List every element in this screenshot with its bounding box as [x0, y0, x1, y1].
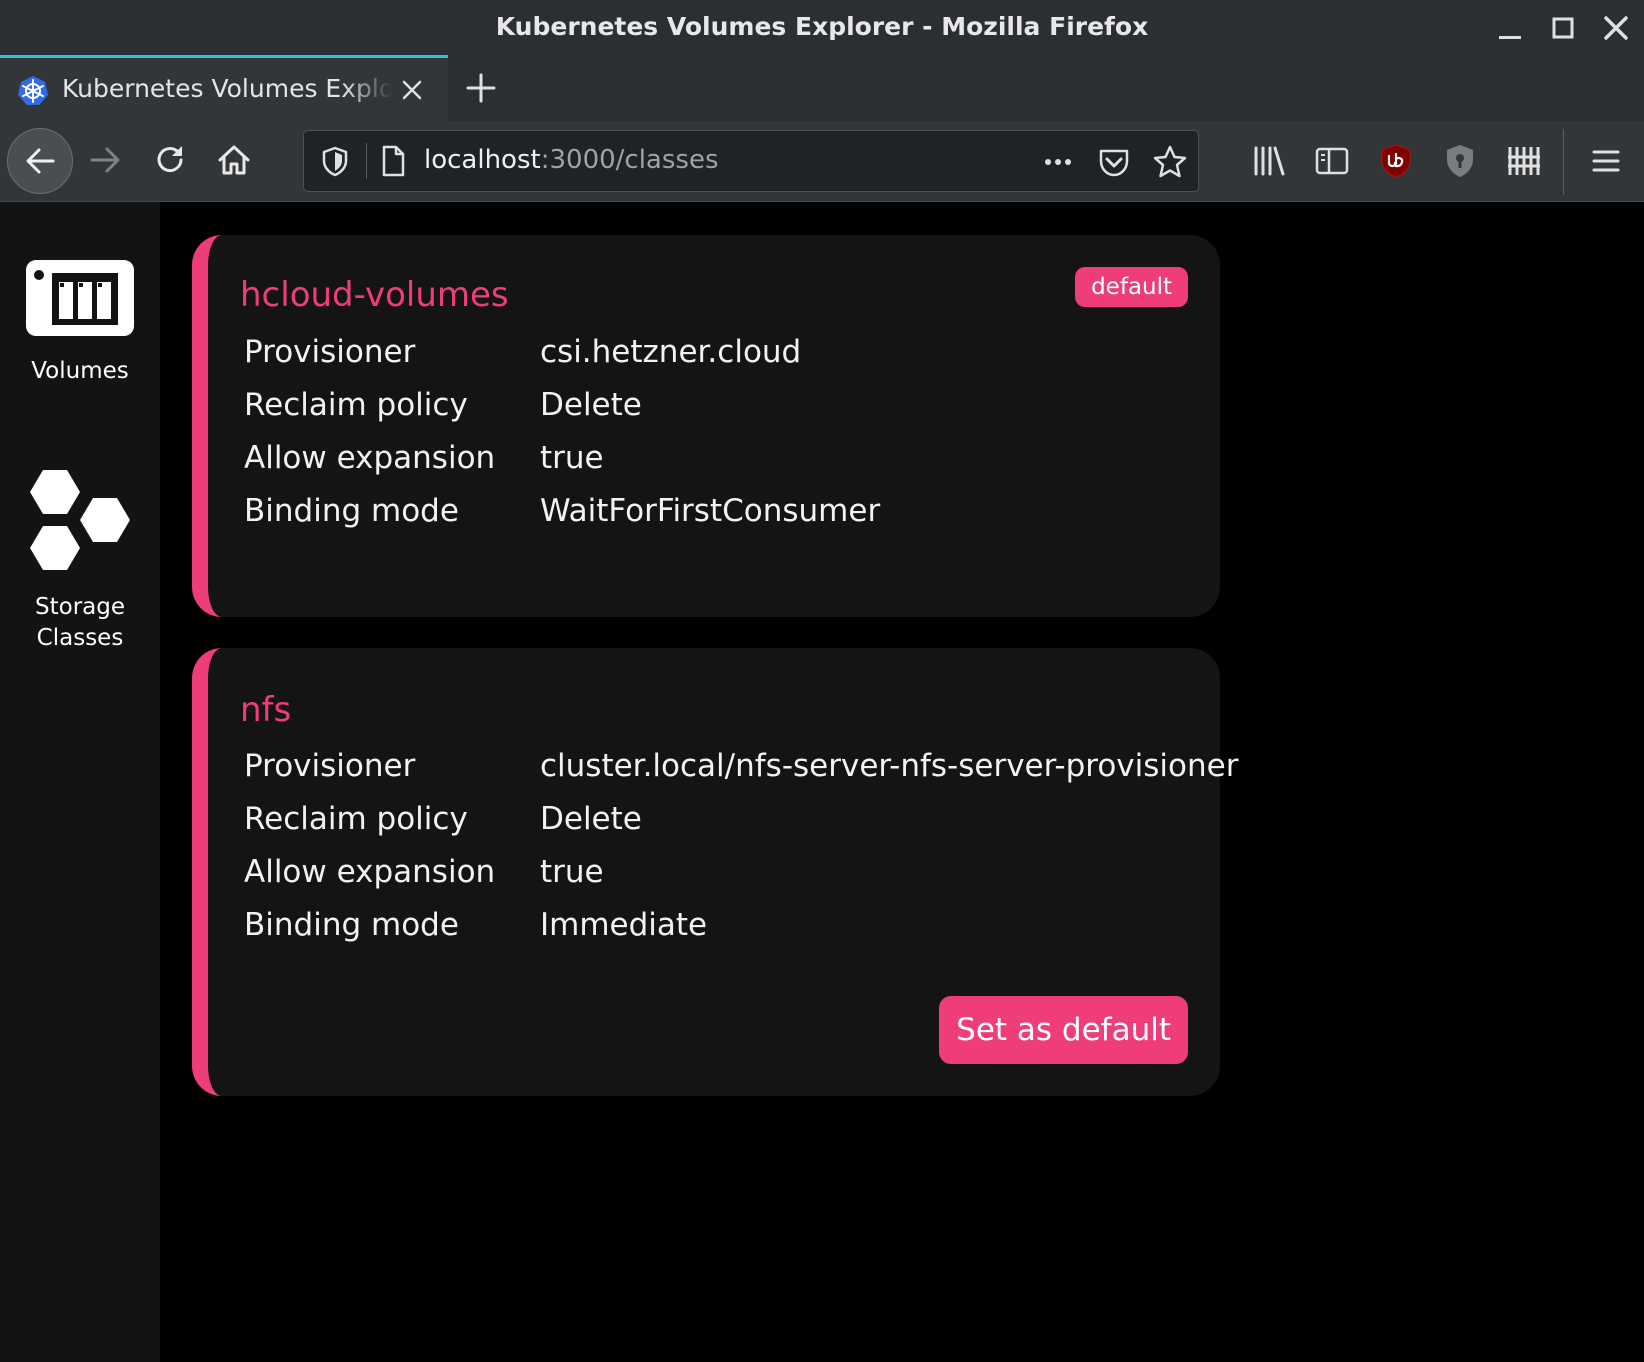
- pocket-icon[interactable]: [1096, 144, 1132, 180]
- storage-class-card: hcloud-volumes default Provisioner csi.h…: [192, 235, 1220, 617]
- storage-class-name: nfs: [240, 690, 292, 730]
- extension-grid-icon[interactable]: [1505, 142, 1543, 180]
- window-titlebar: Kubernetes Volumes Explorer - Mozilla Fi…: [0, 0, 1644, 55]
- property-key: Provisioner: [244, 334, 416, 370]
- new-tab-icon[interactable]: [462, 69, 500, 107]
- address-bar[interactable]: localhost:3000/classes: [303, 130, 1199, 192]
- property-value: cluster.local/nfs-server-nfs-server-prov…: [540, 748, 1239, 784]
- property-key: Provisioner: [244, 748, 416, 784]
- page-actions-more-icon[interactable]: [1040, 144, 1076, 180]
- sidebar-label-volumes: Volumes: [31, 358, 129, 384]
- toolbar-separator: [1563, 129, 1564, 195]
- library-icon[interactable]: [1250, 142, 1288, 180]
- property-key: Allow expansion: [244, 854, 496, 890]
- storage-class-name: hcloud-volumes: [240, 275, 509, 315]
- set-as-default-button[interactable]: Set as default: [939, 996, 1188, 1064]
- sidebar-label-classes: Classes: [36, 625, 124, 651]
- tab-kubernetes-volumes-explorer[interactable]: Kubernetes Volumes Explorer: [0, 55, 448, 121]
- default-badge: default: [1075, 267, 1188, 307]
- property-value: Immediate: [540, 907, 708, 943]
- kubernetes-icon: [17, 75, 49, 107]
- property-key: Reclaim policy: [244, 387, 468, 423]
- home-icon[interactable]: [215, 141, 253, 179]
- maximize-icon[interactable]: [1545, 10, 1581, 46]
- property-key: Binding mode: [244, 493, 459, 529]
- back-button[interactable]: [7, 128, 73, 194]
- url-host: localhost: [424, 145, 541, 175]
- close-window-icon[interactable]: [1598, 10, 1634, 46]
- url-text[interactable]: localhost:3000/classes: [424, 145, 719, 175]
- app-sidebar: Volumes Storage Classes: [0, 202, 160, 1362]
- main-content: hcloud-volumes default Provisioner csi.h…: [160, 202, 1644, 1362]
- volumes-icon: [26, 260, 134, 336]
- url-path: :3000/classes: [540, 145, 719, 175]
- property-value: csi.hetzner.cloud: [540, 334, 802, 370]
- forward-arrow-icon[interactable]: [87, 141, 125, 179]
- reload-icon[interactable]: [151, 141, 189, 179]
- property-value: Delete: [540, 387, 642, 423]
- address-bar-separator: [366, 143, 367, 179]
- tab-strip: Kubernetes Volumes Explorer: [0, 55, 1644, 121]
- sidebar-item-storage-classes[interactable]: Storage Classes: [0, 468, 160, 654]
- storage-class-card: nfs Provisioner cluster.local/nfs-server…: [192, 648, 1238, 1096]
- sidebar-label-storage: Storage: [35, 594, 125, 620]
- close-tab-icon[interactable]: [398, 76, 426, 104]
- ublock-origin-icon[interactable]: [1377, 142, 1415, 180]
- property-key: Allow expansion: [244, 440, 496, 476]
- hamburger-menu-icon[interactable]: [1587, 142, 1625, 180]
- property-value: Delete: [540, 801, 642, 837]
- hexagons-icon: [30, 470, 130, 570]
- property-value: true: [540, 440, 604, 476]
- navigation-toolbar: localhost:3000/classes: [0, 121, 1644, 202]
- tracking-protection-shield-icon[interactable]: [318, 144, 352, 178]
- property-value: WaitForFirstConsumer: [540, 493, 881, 529]
- property-key: Binding mode: [244, 907, 459, 943]
- sidebar-toggle-icon[interactable]: [1313, 142, 1351, 180]
- window-title: Kubernetes Volumes Explorer - Mozilla Fi…: [495, 12, 1149, 41]
- back-arrow-icon: [26, 148, 55, 174]
- page-info-icon[interactable]: [376, 144, 410, 178]
- property-key: Reclaim policy: [244, 801, 468, 837]
- minimize-icon[interactable]: [1492, 10, 1528, 46]
- password-manager-icon[interactable]: [1441, 142, 1479, 180]
- property-value: true: [540, 854, 604, 890]
- sidebar-item-volumes[interactable]: Volumes: [0, 260, 160, 387]
- tab-title: Kubernetes Volumes Explorer: [62, 74, 392, 103]
- bookmark-star-icon[interactable]: [1152, 144, 1188, 180]
